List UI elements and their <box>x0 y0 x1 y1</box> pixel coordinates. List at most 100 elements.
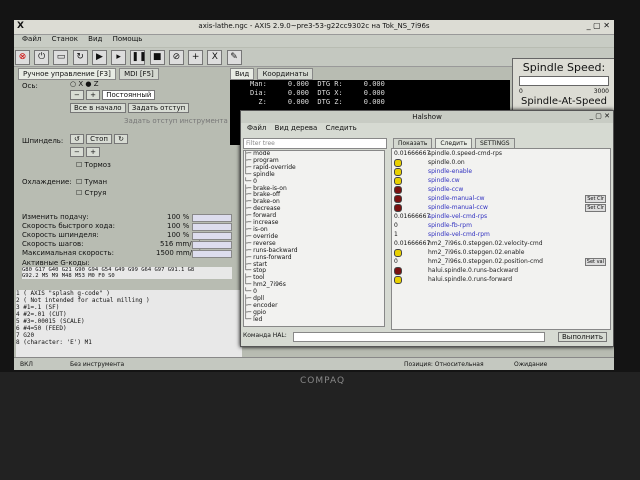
spindle-slower-button[interactable]: − <box>70 147 84 157</box>
hal-menu-file[interactable]: Файл <box>247 124 266 132</box>
max-velocity-slider[interactable] <box>192 250 232 258</box>
led-off-icon <box>394 185 402 194</box>
spindle-cw-button[interactable]: ↻ <box>114 134 129 144</box>
watch-signal-name: spindle-manual-cw <box>428 195 485 202</box>
watch-signal-name: hm2_7i96s.0.stepgen.02.velocity-cmd <box>428 240 543 247</box>
window-controls[interactable]: _ ▢ ✕ <box>587 21 610 30</box>
led-on-icon <box>394 176 402 185</box>
active-gcodes-line2: G92.2 M5 M9 M48 M53 M0 F0 S0 <box>22 273 232 279</box>
gcode-line[interactable]: 3 #1=.1 (SF) <box>16 304 242 311</box>
tool-touch-off-button[interactable]: Задать отступ инструмента <box>124 117 228 125</box>
hal-command-input[interactable] <box>293 332 545 342</box>
watch-signal-name: spindle.0.on <box>428 159 465 166</box>
overrides-panel: Изменить подачу: 100 % Скорость быстрого… <box>22 213 232 279</box>
flood-checkbox[interactable]: ☐ Струя <box>76 189 106 197</box>
tree-item[interactable]: └─ stop <box>244 268 384 275</box>
axis-z-radio[interactable]: ● <box>85 80 93 88</box>
hal-menu-tree[interactable]: Вид дерева <box>275 124 318 132</box>
tree-item[interactable]: └─ hm2_7i96s <box>244 281 384 289</box>
preview-tabs: Вид Координаты <box>230 68 314 80</box>
menu-view[interactable]: Вид <box>88 35 102 43</box>
watch-row: spindle-manual-cw Set Clr <box>392 194 610 203</box>
jog-speed-label: Скорость шагов: <box>22 240 84 248</box>
laptop-bezel: COMPAQ <box>0 372 640 480</box>
watch-signal-name: halui.spindle.0.runs-backward <box>428 267 519 274</box>
gcode-listing[interactable]: 1 ( AXIS "splash g-code" ) 2 ( Not inten… <box>16 290 242 360</box>
open-file-icon[interactable]: ▭ <box>53 50 69 65</box>
jog-speed-slider[interactable] <box>192 241 232 249</box>
power-icon[interactable]: ⏻ <box>34 50 50 65</box>
tab-manual[interactable]: Ручное управление [F3] <box>18 68 116 80</box>
coolant-label: Охлаждение: <box>22 178 72 186</box>
watch-value: 0.01666667 <box>394 213 431 220</box>
main-menubar: Файл Станок Вид Помощь <box>14 35 614 47</box>
position-status: Позиция: Относительная <box>404 361 484 368</box>
reload-icon[interactable]: ↻ <box>72 50 88 65</box>
watch-value: 0 <box>394 258 398 265</box>
gcode-line[interactable]: 2 ( Not intended for actual milling ) <box>16 297 242 304</box>
brake-checkbox[interactable]: ☐ Тормоз <box>76 161 111 169</box>
gcode-line[interactable]: 7 G20 <box>16 332 242 339</box>
run-icon[interactable]: ▶ <box>91 50 107 65</box>
status-bar: ВКЛ Без инструмента Позиция: Относительн… <box>14 357 614 370</box>
jog-mode-select[interactable]: Постоянный <box>102 90 156 100</box>
watch-set-button[interactable]: Set Clr <box>585 195 606 203</box>
watch-set-button[interactable]: Set Clr <box>585 204 606 212</box>
watch-set-button[interactable]: Set val <box>584 258 606 266</box>
rapid-override-label: Скорость быстрого хода: <box>22 222 115 230</box>
estop-icon[interactable]: ⊗ <box>15 50 30 65</box>
mist-checkbox[interactable]: ☐ Туман <box>76 178 107 186</box>
watch-signal-name: spindle-manual-ccw <box>428 204 488 211</box>
halshow-window-controls[interactable]: _ ▢ ✕ <box>590 112 610 120</box>
filter-tree-input[interactable]: Filter tree <box>243 138 387 149</box>
pause-icon[interactable]: ❚❚ <box>130 50 147 65</box>
spindle-stop-button[interactable]: Стоп <box>86 134 112 144</box>
watch-signal-name: spindle-vel-cmd-rps <box>428 213 488 220</box>
watch-list: 0.01666667spindle.0.speed-cmd-rps spindle… <box>391 148 611 330</box>
spindle-ccw-button[interactable]: ↺ <box>70 134 84 144</box>
zoom-in-icon[interactable]: + <box>188 50 204 65</box>
spindle-faster-button[interactable]: + <box>86 147 100 157</box>
spindle-label: Шпиндель: <box>22 137 64 145</box>
gcode-line[interactable]: 4 #2=.01 (CUT) <box>16 311 242 318</box>
rapid-override-slider[interactable] <box>192 223 232 231</box>
gcode-line[interactable]: 5 #3=.00015 (SCALE) <box>16 318 242 325</box>
home-all-button[interactable]: Все в начало <box>70 103 126 113</box>
watch-signal-name: hm2_7i96s.0.stepgen.02.position-cmd <box>428 258 543 265</box>
tree-item[interactable]: └─ led <box>244 316 384 324</box>
tree-item[interactable]: └─ 0 <box>244 288 384 296</box>
jog-plus-button[interactable]: + <box>86 90 100 100</box>
watch-row: 1 spindle-vel-cmd-rpm <box>392 230 610 239</box>
view-x-icon[interactable]: X <box>207 50 223 65</box>
hal-menu-watch[interactable]: Следить <box>326 124 357 132</box>
jog-minus-button[interactable]: − <box>70 90 84 100</box>
axis-z-label: Z <box>93 80 99 88</box>
stop-icon[interactable]: ■ <box>149 50 165 65</box>
rapid-override-value: 100 % <box>167 222 190 230</box>
menu-help[interactable]: Помощь <box>113 35 143 43</box>
touch-off-button[interactable]: Задать отступ <box>127 103 190 113</box>
spindle-controls: ↺ Стоп ↻ <box>70 134 129 144</box>
optional-stop-icon[interactable]: ⊘ <box>168 50 184 65</box>
tree-item[interactable]: ├─ gpio <box>244 309 384 317</box>
watch-value <box>394 266 428 275</box>
tree-item[interactable]: └─ spindle <box>244 171 384 179</box>
step-icon[interactable]: ▸ <box>111 50 127 65</box>
tab-preview[interactable]: Вид <box>230 68 255 80</box>
tab-mdi[interactable]: MDI [F5] <box>119 68 159 80</box>
spindle-scale: 0 3000 <box>513 88 614 96</box>
gcode-line[interactable]: 8 (character: 'E') M1 <box>16 339 242 346</box>
gcode-line[interactable]: 6 #4=50 (FEED) <box>16 325 242 332</box>
menu-file[interactable]: Файл <box>22 35 41 43</box>
tab-dro[interactable]: Координаты <box>257 68 314 80</box>
menu-machine[interactable]: Станок <box>52 35 78 43</box>
feed-override-slider[interactable] <box>192 214 232 222</box>
watch-row: spindle-ccw <box>392 185 610 194</box>
execute-button[interactable]: Выполнить <box>558 332 607 342</box>
dro-line: Z: 0.000 DTG Z: 0.000 <box>250 98 385 106</box>
gcode-line[interactable]: 1 ( AXIS "splash g-code" ) <box>16 290 242 297</box>
desktop-screen: X axis-lathe.ngc - AXIS 2.9.0~pre3-53-g2… <box>14 20 614 370</box>
left-tabs: Ручное управление [F3] MDI [F5] <box>18 68 160 80</box>
clear-plot-icon[interactable]: ✎ <box>226 50 242 65</box>
spindle-override-slider[interactable] <box>192 232 232 240</box>
